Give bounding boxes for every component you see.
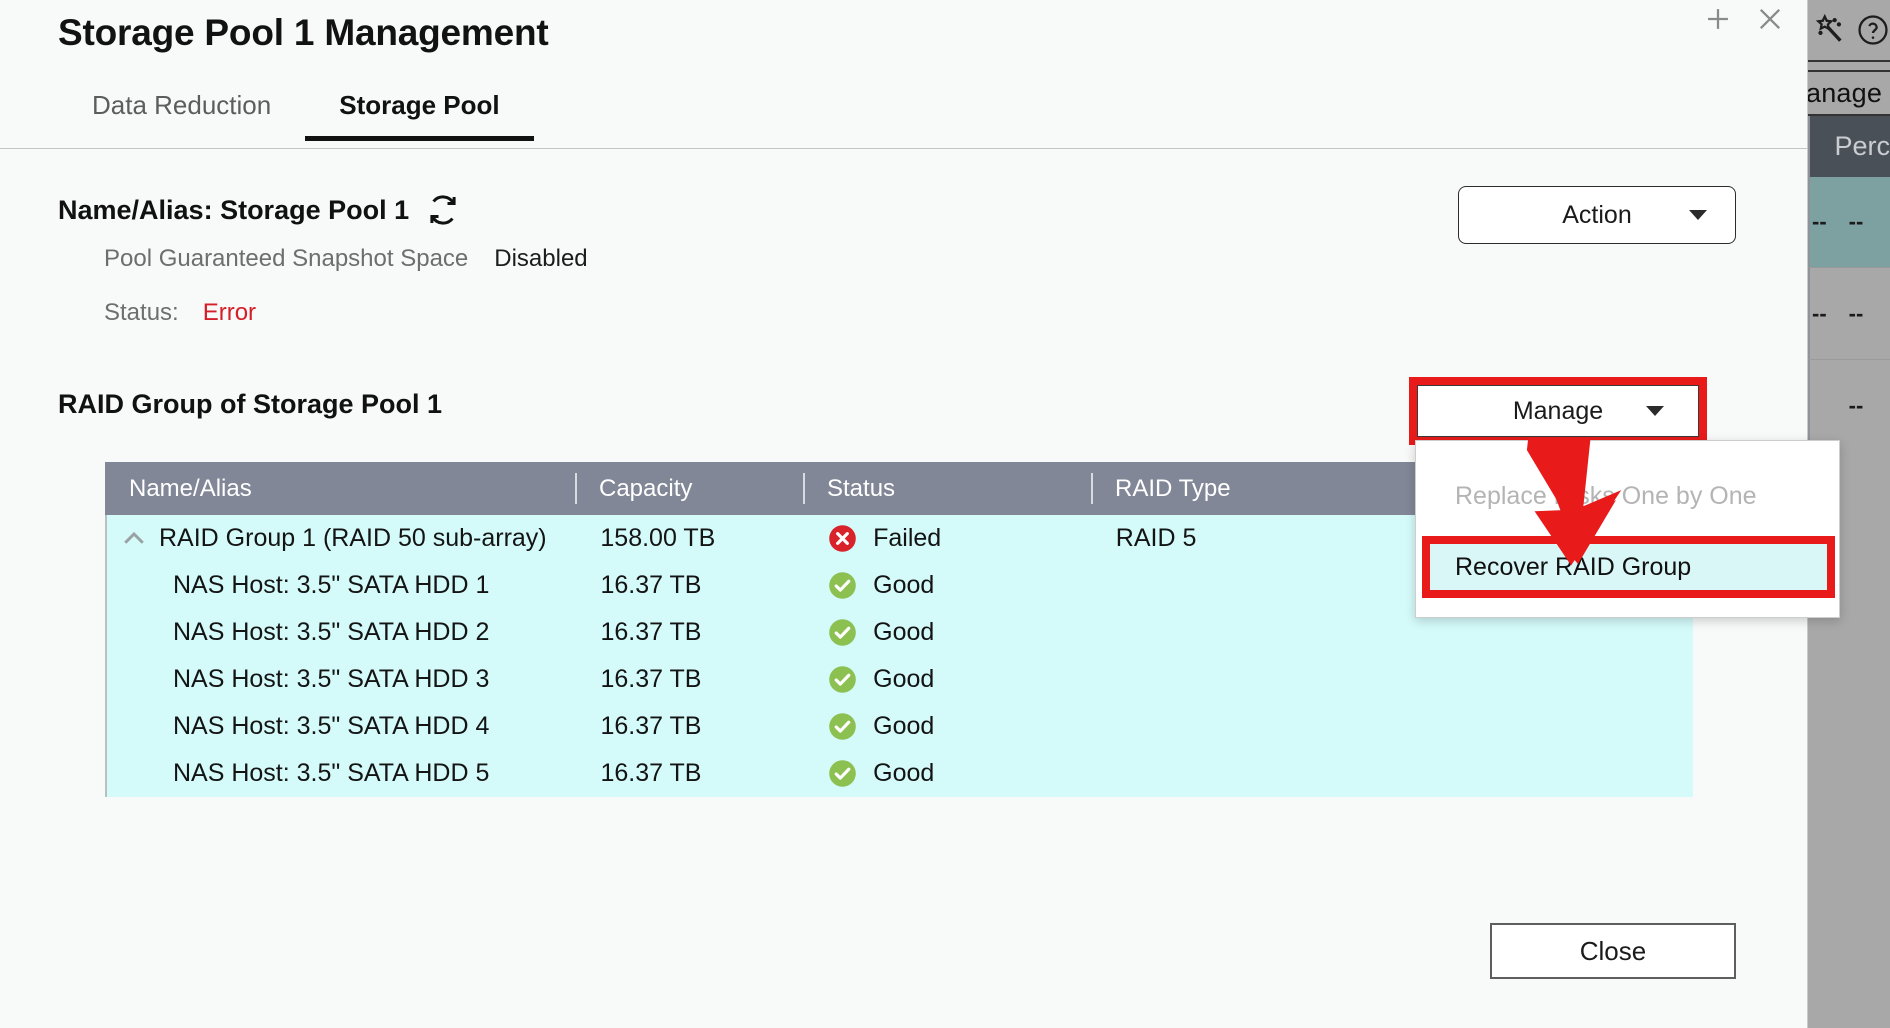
check-circle-icon <box>829 760 856 787</box>
help-circle-icon[interactable] <box>1856 13 1890 47</box>
cell-capacity: 16.37 TB <box>600 618 702 646</box>
tab-bar-divider <box>0 148 1808 149</box>
column-header-capacity[interactable]: Capacity <box>575 462 803 515</box>
cell-raid-type <box>1092 656 1693 703</box>
table-row[interactable]: NAS Host: 3.5" SATA HDD 4 16.37 TB Good <box>107 703 1693 750</box>
table-row[interactable]: NAS Host: 3.5" SATA HDD 5 16.37 TB Good <box>107 750 1693 797</box>
pool-name-alias-label: Name/Alias: Storage Pool 1 <box>58 194 410 225</box>
background-table-header: Perc <box>1806 116 1890 177</box>
chevron-down-icon <box>1689 210 1707 220</box>
add-icon[interactable] <box>1701 2 1735 36</box>
titlebar-actions <box>1701 2 1787 36</box>
background-toolbar <box>1806 0 1890 60</box>
snapshot-space-label: Pool Guaranteed Snapshot Space <box>104 245 469 272</box>
status-text: Good <box>873 759 935 787</box>
status-label: Status: <box>104 299 179 326</box>
check-circle-icon <box>829 619 856 646</box>
close-icon[interactable] <box>1753 2 1787 36</box>
check-circle-icon <box>829 666 856 693</box>
status-row: Status: Error <box>104 299 256 327</box>
cell-name: NAS Host: 3.5" SATA HDD 3 <box>173 665 490 693</box>
close-button-label: Close <box>1579 935 1647 966</box>
snapshot-space-value: Disabled <box>494 245 588 272</box>
close-button[interactable]: Close <box>1490 923 1736 979</box>
column-header-name[interactable]: Name/Alias <box>105 462 575 515</box>
status-text: Good <box>873 712 935 740</box>
cell-raid-type <box>1092 703 1693 750</box>
raid-group-heading: RAID Group of Storage Pool 1 <box>58 389 443 419</box>
action-button[interactable]: Action <box>1458 186 1736 244</box>
menu-item-recover-raid-group[interactable]: Recover RAID Group <box>1430 544 1827 590</box>
background-table-row[interactable]: -- -- <box>1806 177 1890 267</box>
row-name-label: RAID Group 1 (RAID 50 sub-array) <box>159 524 547 552</box>
cell-name: NAS Host: 3.5" SATA HDD 4 <box>173 712 490 740</box>
manage-button-label: Manage <box>1512 396 1604 425</box>
background-table-row[interactable]: -- -- <box>1806 359 1890 451</box>
status-text: Good <box>873 665 935 693</box>
cell-raid-type <box>1092 750 1693 797</box>
cell-name: RAID Group 1 (RAID 50 sub-array) <box>107 515 576 562</box>
pool-name-alias: Name/Alias: Storage Pool 1 <box>58 192 461 228</box>
column-header-status[interactable]: Status <box>803 462 1091 515</box>
cell-status: Good <box>804 750 1092 797</box>
cell-capacity: 16.37 TB <box>600 571 702 599</box>
cell-name: NAS Host: 3.5" SATA HDD 1 <box>173 571 490 599</box>
cell-status: Good <box>804 703 1092 750</box>
check-circle-icon <box>829 713 856 740</box>
background-table-row[interactable]: -- -- <box>1806 267 1890 359</box>
cell-name: NAS Host: 3.5" SATA HDD 5 <box>173 759 490 787</box>
background-cell-value: -- <box>1812 300 1827 326</box>
background-cell-value: -- <box>1848 392 1864 418</box>
refresh-icon[interactable] <box>425 192 461 228</box>
status-text: Failed <box>873 524 942 552</box>
background-cell-value: -- <box>1848 209 1864 234</box>
magic-wand-icon[interactable] <box>1812 13 1846 47</box>
table-row[interactable]: NAS Host: 3.5" SATA HDD 3 16.37 TB Good <box>107 656 1693 703</box>
cell-status: Good <box>804 609 1092 656</box>
cell-name: NAS Host: 3.5" SATA HDD 2 <box>173 618 490 646</box>
manage-button[interactable]: Manage <box>1417 385 1699 437</box>
action-button-label: Action <box>1562 200 1632 229</box>
cell-status: Failed <box>804 515 1092 562</box>
cell-status: Good <box>804 562 1092 609</box>
status-text: Good <box>873 571 935 599</box>
tab-data-reduction[interactable]: Data Reduction <box>58 86 305 141</box>
check-circle-icon <box>829 572 856 599</box>
background-cell-value: -- <box>1812 209 1827 234</box>
status-text: Good <box>873 618 935 646</box>
page-title: Storage Pool 1 Management <box>58 12 549 53</box>
tab-storage-pool[interactable]: Storage Pool <box>305 86 533 141</box>
background-manage-button[interactable]: anage <box>1806 72 1890 116</box>
chevron-down-icon <box>1646 406 1664 416</box>
background-cell-value: -- <box>1848 300 1864 326</box>
menu-item-replace-disks-one-by-one: Replace Disks One by One <box>1455 481 1757 510</box>
manage-dropdown-menu: Replace Disks One by One Recover RAID Gr… <box>1415 440 1840 618</box>
background-divider-band <box>1806 60 1890 72</box>
cell-status: Good <box>804 656 1092 703</box>
cell-capacity: 158.00 TB <box>600 524 716 552</box>
status-badge: Error <box>202 299 257 326</box>
error-circle-icon <box>829 525 856 552</box>
cell-capacity: 16.37 TB <box>600 759 702 787</box>
cell-capacity: 16.37 TB <box>600 712 702 740</box>
cell-capacity: 16.37 TB <box>600 665 702 693</box>
chevron-up-icon[interactable] <box>119 524 149 554</box>
tab-bar: Data Reduction Storage Pool <box>58 86 534 141</box>
snapshot-space-row: Pool Guaranteed Snapshot Space Disabled <box>104 245 588 273</box>
